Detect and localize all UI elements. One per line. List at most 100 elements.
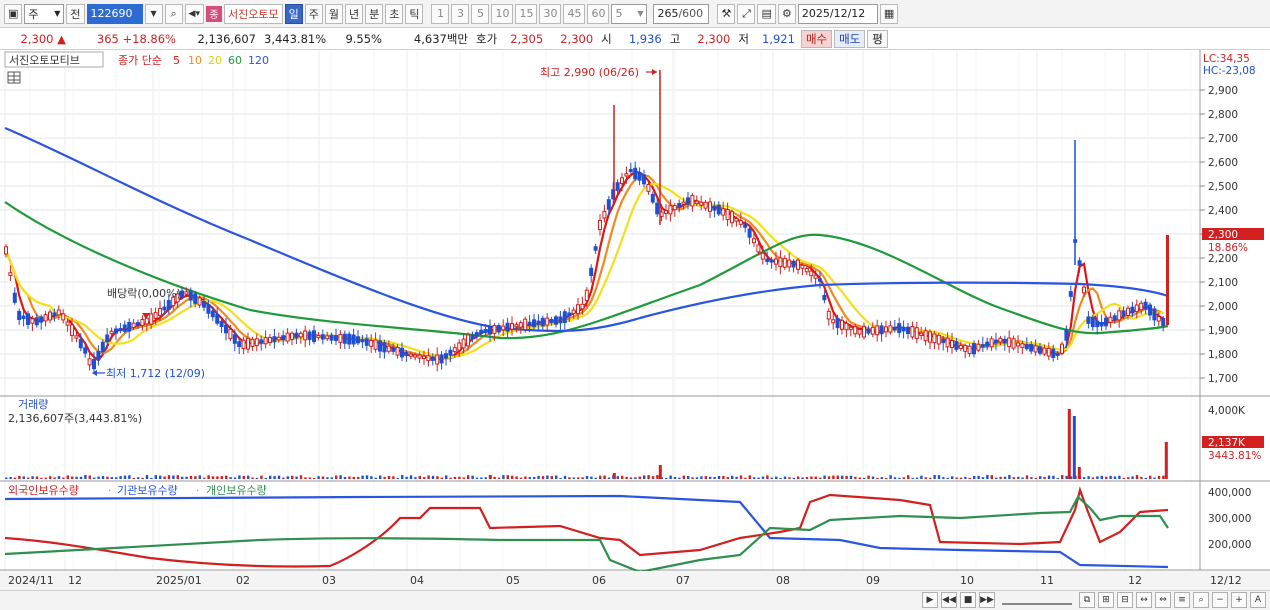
chart-area[interactable]: 서진오토모티브 종가 단순 5 10 20 60 120 LC:34,35 HC… xyxy=(0,50,1270,590)
step-1-button[interactable]: 1 xyxy=(431,3,450,24)
candle-body xyxy=(254,338,259,347)
search-icon[interactable]: ⌕ xyxy=(164,3,183,24)
step-10-button[interactable]: 10 xyxy=(491,3,514,24)
volume-bar xyxy=(766,475,769,479)
candle-body xyxy=(844,322,849,331)
candle-body xyxy=(347,333,352,345)
volume-bar xyxy=(581,477,584,479)
draw-tools-icon[interactable]: ⚒ xyxy=(717,3,736,24)
candle-body xyxy=(576,304,580,315)
period-week-button[interactable]: 주 xyxy=(304,3,323,24)
font-size-icon[interactable]: A xyxy=(1250,592,1266,608)
candle-body xyxy=(325,335,330,340)
volume-bar xyxy=(929,477,932,479)
high-label: 고 xyxy=(669,31,681,46)
period-minute-button[interactable]: 분 xyxy=(365,3,384,24)
legend-separator: · xyxy=(108,484,112,497)
volume-bar xyxy=(726,477,729,479)
volume-bar xyxy=(132,477,135,479)
prev-button[interactable]: 전 xyxy=(66,3,85,24)
volume-bar xyxy=(295,476,298,479)
volume-bar xyxy=(317,476,320,479)
arrows-icon[interactable]: ↔ xyxy=(1136,592,1152,608)
link-icon[interactable]: ⊞ xyxy=(1098,592,1114,608)
stock-code-input[interactable]: 122690 xyxy=(86,3,143,24)
step-45-button[interactable]: 45 xyxy=(563,3,586,24)
arrows-alt-icon[interactable]: ⇔ xyxy=(1155,592,1171,608)
candle-body xyxy=(496,325,501,333)
volume-bar xyxy=(75,476,78,479)
volume-bar xyxy=(603,475,606,479)
candle-body xyxy=(765,258,770,262)
trend-line-icon[interactable]: ⤢ xyxy=(737,3,756,24)
candle-body xyxy=(430,356,435,361)
candle-body xyxy=(884,326,888,333)
stop-icon[interactable]: ■ xyxy=(960,592,976,608)
candle-body xyxy=(149,313,154,325)
zoom-icon[interactable]: ⌕ xyxy=(1193,592,1209,608)
bid-price: 2,300 xyxy=(560,31,594,46)
step-5-button[interactable]: 5 xyxy=(471,3,490,24)
stock-chart[interactable]: 서진오토모티브 종가 단순 5 10 20 60 120 LC:34,35 HC… xyxy=(0,50,1270,590)
step-60-button[interactable]: 60 xyxy=(587,3,610,24)
candle-body xyxy=(338,333,343,343)
code-dropdown-button[interactable]: ▼ xyxy=(144,3,163,24)
eval-button[interactable]: 평 xyxy=(867,29,888,48)
ask-price: 2,305 xyxy=(510,31,544,46)
buy-button[interactable]: 매수 xyxy=(800,29,833,48)
volume-bar xyxy=(717,475,721,479)
candle-body xyxy=(1104,317,1108,327)
step-3-button[interactable]: 3 xyxy=(451,3,470,24)
legend-separator: · xyxy=(196,484,200,497)
candle-body xyxy=(215,314,220,324)
plus-icon[interactable]: + xyxy=(1231,592,1247,608)
candle-body xyxy=(461,338,466,349)
step-30-button[interactable]: 30 xyxy=(539,3,562,24)
scale-icon[interactable]: ⊟ xyxy=(1117,592,1133,608)
volume-bar xyxy=(607,477,611,479)
volume-bar xyxy=(84,475,87,479)
sell-button[interactable]: 매도 xyxy=(834,29,866,48)
fast-forward-icon[interactable]: ▶▶ xyxy=(979,592,995,608)
layout-icon[interactable]: ▣ xyxy=(4,3,23,24)
candle-body xyxy=(910,326,915,338)
period-second-button[interactable]: 초 xyxy=(385,3,404,24)
volume-bar xyxy=(49,476,52,479)
minus-icon[interactable]: − xyxy=(1212,592,1228,608)
volume-bar xyxy=(744,477,747,479)
time-axis-label: 12 xyxy=(1128,574,1142,587)
volume-bar xyxy=(981,477,985,479)
volume-bar xyxy=(876,477,879,479)
count-input[interactable]: 265/600 xyxy=(653,3,710,24)
volume-bar xyxy=(907,475,910,479)
period-tick-button[interactable]: 틱 xyxy=(405,3,424,24)
play-icon[interactable]: ▶ xyxy=(922,592,938,608)
bars-icon[interactable]: ≡ xyxy=(1174,592,1190,608)
overlay-icon[interactable]: ⧉ xyxy=(1079,592,1095,608)
period-month-button[interactable]: 월 xyxy=(324,3,343,24)
time-axis-label: 2025/01 xyxy=(156,574,202,587)
step-15-button[interactable]: 15 xyxy=(515,3,538,24)
period-day-button[interactable]: 일 xyxy=(284,3,303,24)
volume-bar xyxy=(22,476,25,479)
candle-body xyxy=(532,319,536,328)
volume-bar xyxy=(739,475,743,479)
date-input[interactable]: 2025/12/12 xyxy=(797,3,878,24)
candle-body xyxy=(457,342,462,351)
step-select[interactable]: 5 ▼ xyxy=(611,3,648,24)
volume-bar xyxy=(942,477,945,479)
speaker-icon[interactable]: ◀▾ xyxy=(184,3,204,24)
candle-body xyxy=(1051,348,1056,358)
zoom-slider[interactable] xyxy=(1002,595,1072,605)
foreign-holdings-label: 외국인보유수량 xyxy=(8,484,79,497)
market-select[interactable]: 주 ▼ xyxy=(24,3,65,24)
volume-bar xyxy=(1039,476,1042,479)
gear-icon[interactable]: ⚙ xyxy=(777,3,796,24)
calendar-icon[interactable]: ▦ xyxy=(879,3,899,24)
volume-bar xyxy=(885,477,888,479)
rewind-icon[interactable]: ◀◀ xyxy=(941,592,957,608)
candle-body xyxy=(259,339,264,344)
high-annotation-text: 최고 2,990 (06/26) xyxy=(540,66,639,79)
period-year-button[interactable]: 년 xyxy=(344,3,364,24)
save-icon[interactable]: ▤ xyxy=(757,3,776,24)
